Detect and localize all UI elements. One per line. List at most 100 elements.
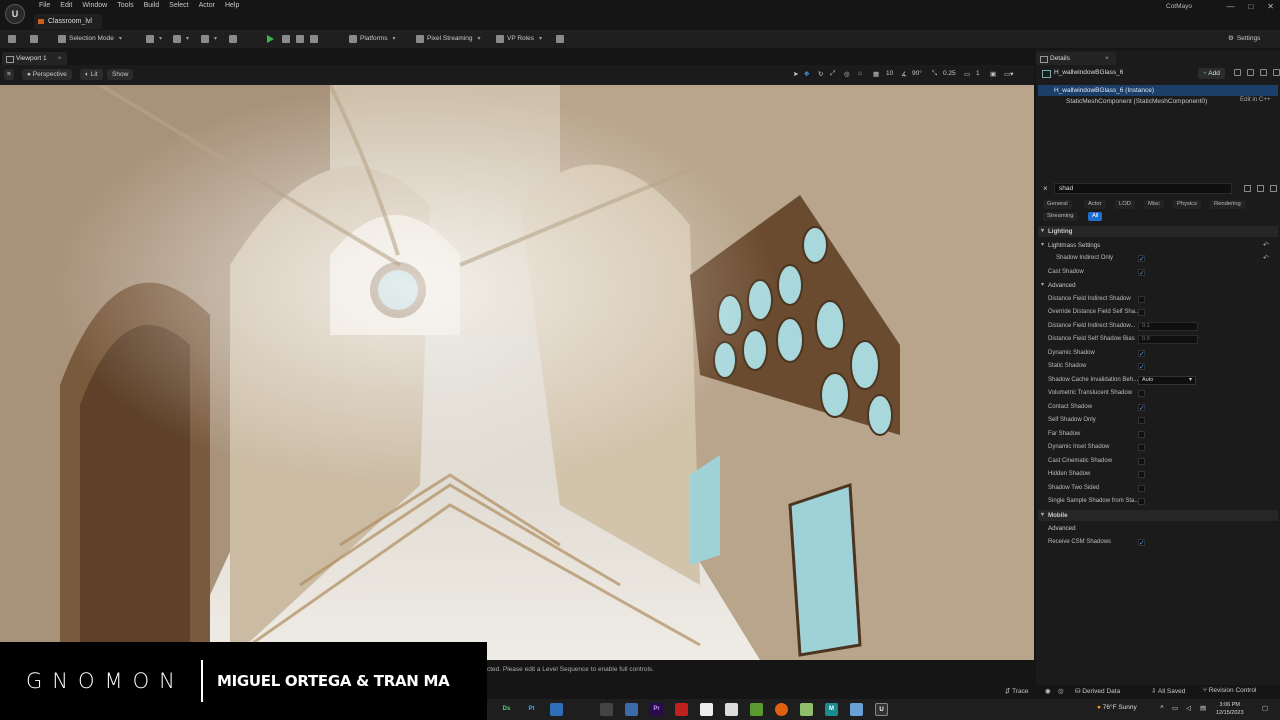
category-advanced[interactable]: ▾ Advanced [1038,280,1278,291]
all-saved-button[interactable]: ⇩ All Saved [1151,687,1185,695]
surface-snap-icon[interactable]: ⌂ [858,70,862,77]
maximize-button[interactable]: □ [1248,2,1253,11]
category-mobile-advanced[interactable]: Advanced [1038,523,1278,534]
favorite-icon[interactable] [1257,185,1264,192]
shadow-cache-dropdown[interactable]: Auto [1138,376,1196,385]
unreal-logo-icon[interactable]: U [5,4,25,24]
menu-tools[interactable]: Tools [112,1,138,10]
checkbox[interactable] [1138,390,1145,397]
checkbox[interactable] [1138,431,1145,438]
viewport-options-icon[interactable]: ▭▾ [1004,70,1013,78]
play-button[interactable] [267,33,274,45]
rotate-tool-icon[interactable]: ↻ [818,70,823,78]
filter-actor[interactable]: Actor [1084,200,1106,209]
minimize-button[interactable]: — [1226,2,1234,11]
menu-build[interactable]: Build [139,1,165,10]
toolbar-extra-icon[interactable] [556,33,564,45]
help-icon[interactable] [1247,69,1254,76]
save-icon[interactable] [8,33,16,45]
number-field[interactable]: 0.0 [1138,335,1198,344]
taskbar-app-pt[interactable]: Pt [525,703,538,716]
checkbox[interactable] [1138,498,1145,505]
filter-lod[interactable]: LOD [1115,200,1135,209]
snapshot-icon[interactable]: ◎ [1058,687,1064,695]
layout-icon[interactable]: ▣ [990,70,996,78]
more-icon[interactable] [1273,69,1280,76]
language-icon[interactable]: ▤ [1200,704,1206,712]
details-tab[interactable]: Details × [1036,52,1116,65]
checkbox[interactable] [1138,296,1145,303]
gear-icon[interactable] [1270,185,1277,192]
close-icon[interactable]: × [58,52,62,65]
perspective-button[interactable]: ● Perspective [22,69,72,80]
settings-button[interactable]: ⚙ Settings [1228,33,1260,45]
add-content-icon[interactable] [146,33,162,45]
taskbar-app-red[interactable] [675,703,688,716]
volume-icon[interactable]: ◁ [1186,704,1191,712]
scale-tool-icon[interactable]: ⤢ [830,70,835,78]
menu-help[interactable]: Help [220,1,244,10]
scale-snap-icon[interactable]: ⤡ [932,70,937,78]
rotation-snap-icon[interactable]: ∡ [901,70,907,78]
taskbar-app-image[interactable] [800,703,813,716]
platforms-dropdown[interactable]: Platforms [349,33,395,45]
filter-physics[interactable]: Physics [1173,200,1201,209]
category-lighting[interactable]: ▾ Lighting [1038,226,1278,237]
checkbox[interactable] [1138,537,1145,550]
menu-actor[interactable]: Actor [194,1,220,10]
taskbar-app-premiere[interactable]: Pr [650,703,663,716]
checkbox[interactable] [1138,267,1145,280]
reset-icon[interactable]: ↶ [1263,252,1269,265]
vp-roles-dropdown[interactable]: VP Roles [496,33,542,45]
taskbar-app-unity[interactable] [600,703,613,716]
taskbar-app-unreal[interactable]: U [875,703,888,716]
pixel-streaming-dropdown[interactable]: Pixel Streaming [416,33,481,45]
clock[interactable]: 3:06 PM 12/15/2023 [1216,701,1244,717]
details-search-input[interactable] [1054,183,1232,194]
notifications-icon[interactable]: ▢ [1262,704,1268,712]
content-browser-icon[interactable] [30,33,38,45]
taskbar-app-files[interactable] [625,703,638,716]
blueprint-icon[interactable] [1234,69,1241,76]
reset-icon[interactable]: ↶ [1263,240,1269,251]
filter-all[interactable]: All [1088,212,1103,221]
filter-streaming[interactable]: Streaming [1043,212,1078,221]
lock-icon[interactable] [1260,69,1267,76]
taskbar-app-m[interactable]: M [825,703,838,716]
viewport-scene[interactable] [0,85,1034,660]
close-icon[interactable]: × [1105,52,1109,65]
weather[interactable]: ● 76°F Sunny [1097,704,1137,711]
checkbox[interactable] [1138,471,1145,478]
menu-window[interactable]: Window [77,1,112,10]
taskbar-app-puzzle[interactable] [725,703,738,716]
menu-file[interactable]: File [34,1,55,10]
filter-general[interactable]: General [1043,200,1072,209]
checkbox[interactable] [1138,348,1145,361]
show-button[interactable]: Show [107,69,134,80]
checkbox[interactable] [1138,402,1145,415]
eject-icon[interactable] [310,33,318,45]
taskbar-app-firefox[interactable] [775,703,788,716]
scale-snap-value[interactable]: 0.25 [943,70,956,77]
view-options-icon[interactable] [1244,185,1251,192]
menu-edit[interactable]: Edit [55,1,77,10]
skip-icon[interactable] [282,33,290,45]
select-tool-icon[interactable]: ➤ [793,70,798,78]
world-space-icon[interactable]: ◎ [844,70,850,78]
tray-chevron-icon[interactable]: ˄ [1160,704,1164,711]
stop-icon[interactable] [296,33,304,45]
derived-data-button[interactable]: ⛁ Derived Data [1075,687,1120,695]
taskbar-app-white[interactable] [700,703,713,716]
trace-button[interactable]: ⇵ Trace [1005,687,1029,695]
checkbox[interactable] [1138,458,1145,465]
revision-control-button[interactable]: ⑂ Revision Control [1203,687,1256,694]
component-instance-row[interactable]: H_wallwindowBGlass_6 (Instance) [1038,85,1278,96]
checkbox[interactable] [1138,309,1145,316]
camera-speed-value[interactable]: 1 [976,70,980,77]
level-tab[interactable]: Classroom_lvl [34,14,102,29]
clear-search-icon[interactable]: × [1043,184,1048,193]
filter-rendering[interactable]: Rendering [1210,200,1245,209]
taskbar-app-green[interactable] [750,703,763,716]
hamburger-icon[interactable]: ≡ [4,69,14,80]
taskbar-app-explorer[interactable] [550,703,563,716]
